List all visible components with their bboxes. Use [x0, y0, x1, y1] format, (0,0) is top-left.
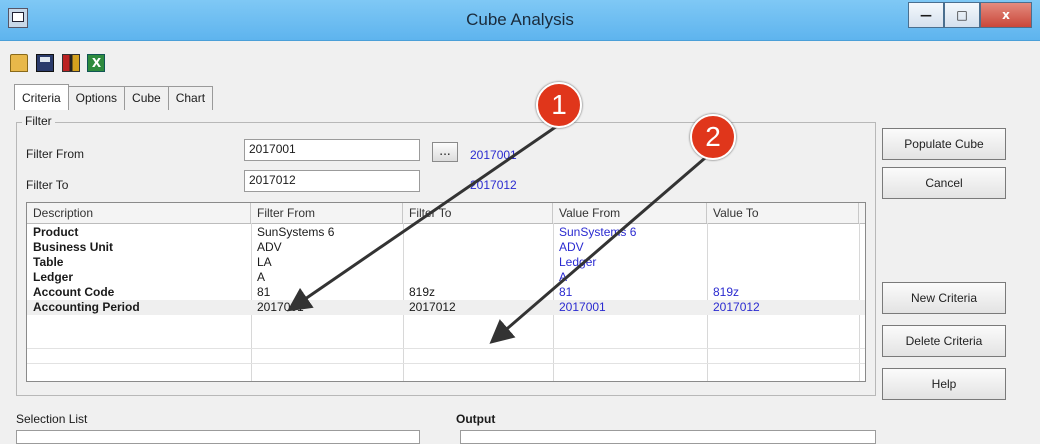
callout-badge-2: 2 [690, 114, 736, 160]
callout-2-arrow [489, 150, 713, 344]
annotation-arrows [287, 122, 713, 344]
callout-1-arrow [287, 122, 561, 312]
callout-badge-1: 1 [536, 82, 582, 128]
